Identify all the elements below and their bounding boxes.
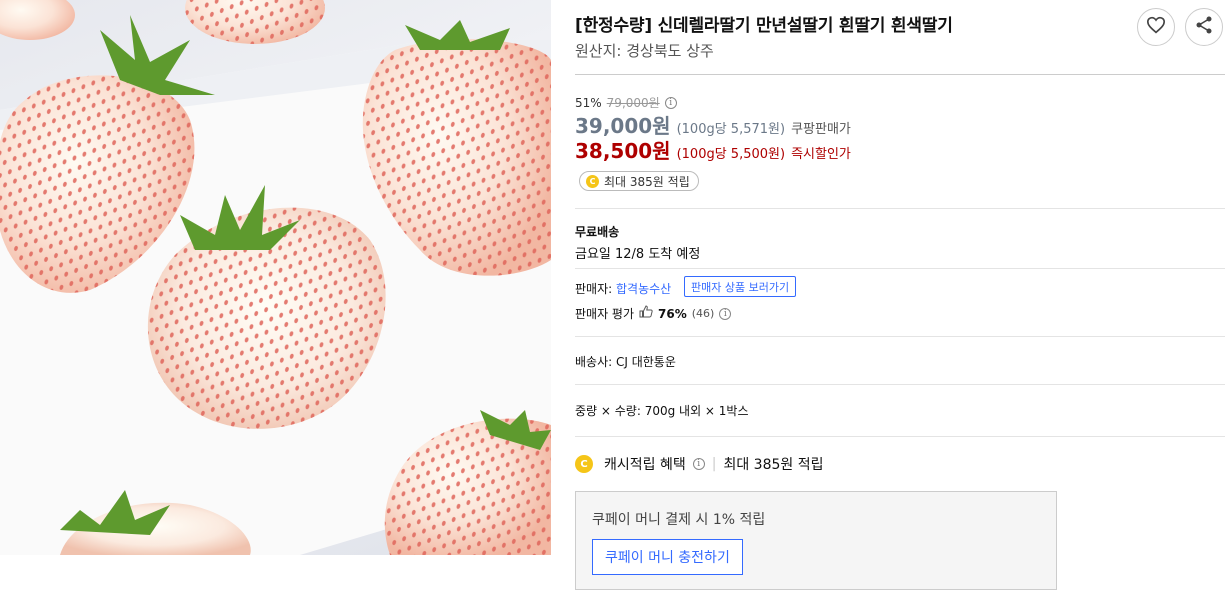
cash-coin-icon: C (586, 174, 599, 188)
discount-row: 51% 79,000원 i (575, 94, 677, 111)
wishlist-button[interactable] (1137, 8, 1175, 46)
seller-rating: 판매자 평가 76% (46) i (575, 305, 732, 322)
rating-count: (46) (691, 307, 715, 320)
seller-label: 판매자: (575, 282, 613, 296)
instant-unit-price: (100g당 5,500원) (676, 147, 786, 162)
cash-benefit-value: 최대 385원 적립 (723, 457, 824, 473)
product-origin: 원산지: 경상북도 상주 (575, 42, 714, 60)
strawberry-photo (0, 0, 551, 555)
rating-label: 판매자 평가 (575, 307, 635, 321)
weight-quantity-info: 중량 × 수량: 700g 내외 × 1박스 (575, 404, 749, 418)
info-icon[interactable]: i (692, 458, 705, 470)
divider (575, 436, 1225, 437)
cash-benefit-row: C 캐시적립 혜택 i | 최대 385원 적립 (575, 454, 823, 474)
thumbs-up-icon (639, 305, 653, 322)
divider (575, 384, 1225, 385)
info-icon[interactable]: i (719, 307, 732, 320)
cash-reward-text: 최대 385원 적립 (604, 174, 690, 189)
product-image (0, 0, 551, 555)
shipping-title: 무료배송 (575, 225, 620, 239)
cash-coin-icon: C (575, 455, 593, 473)
divider (575, 74, 1225, 75)
separator: | (711, 456, 717, 472)
cash-reward-badge: C 최대 385원 적립 (579, 171, 699, 191)
cash-benefit-label: 캐시적립 혜택 (604, 457, 686, 473)
instant-price-row: 38,500원 (100g당 5,500원) 즉시할인가 (575, 135, 851, 164)
share-button[interactable] (1185, 8, 1223, 46)
rating-percent: 76% (658, 306, 687, 321)
seller-name-link[interactable]: 합격농수산 (616, 282, 671, 296)
original-price: 79,000원 (606, 96, 660, 110)
product-title: [한정수량] 신데렐라딸기 만년설딸기 흰딸기 흰색딸기 (575, 16, 953, 36)
coupay-money-box: 쿠페이 머니 결제 시 1% 적립 쿠페이 머니 충전하기 (575, 491, 1057, 590)
divider (575, 336, 1225, 337)
share-icon (1194, 15, 1214, 39)
product-info-panel: [한정수량] 신데렐라딸기 만년설딸기 흰딸기 흰색딸기 원산지: 경상북도 상… (575, 0, 1225, 597)
info-icon[interactable]: i (664, 96, 677, 109)
carrier-info: 배송사: CJ 대한통운 (575, 355, 676, 369)
coupay-message: 쿠페이 머니 결제 시 1% 적립 (592, 512, 766, 528)
divider (575, 208, 1225, 209)
heart-icon (1146, 16, 1166, 38)
instant-price: 38,500원 (575, 139, 671, 163)
seller-products-button[interactable]: 판매자 상품 보러가기 (684, 276, 797, 297)
instant-price-tag: 즉시할인가 (791, 147, 851, 162)
coupay-charge-button[interactable]: 쿠페이 머니 충전하기 (592, 539, 743, 575)
seller-row: 판매자: 합격농수산 (575, 280, 671, 297)
discount-rate: 51% (575, 95, 602, 110)
divider (575, 268, 1225, 269)
arrival-date: 금요일 12/8 도착 예정 (575, 247, 701, 262)
